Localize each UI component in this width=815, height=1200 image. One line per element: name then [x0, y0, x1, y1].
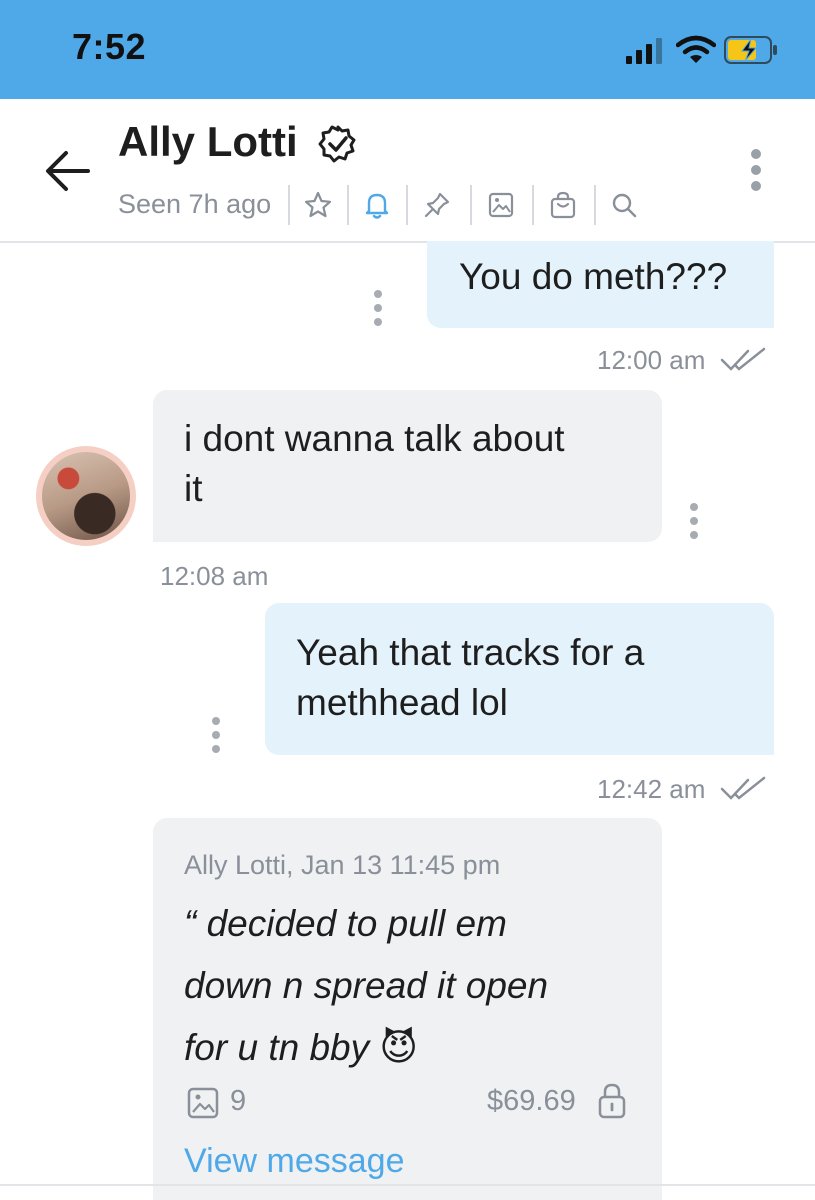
message-text-line: methhead lol [296, 682, 508, 723]
message-bubble-incoming[interactable] [153, 390, 662, 542]
toolbar-divider [347, 185, 349, 225]
image-icon[interactable] [486, 190, 516, 220]
quoted-message-text: “ decided to pull em down n spread it op… [184, 893, 644, 1079]
pin-icon[interactable] [422, 190, 452, 220]
toolbar-divider [594, 185, 596, 225]
more-options-icon[interactable] [744, 148, 768, 196]
media-count: 9 [230, 1085, 247, 1117]
divider [0, 1184, 815, 1186]
double-check-icon [720, 776, 766, 800]
quoted-line: down n spread it open [184, 965, 549, 1006]
message-price: $69.69 [487, 1085, 576, 1117]
message-options-icon[interactable] [212, 717, 222, 759]
wifi-icon [676, 35, 716, 63]
contact-name[interactable]: Ally Lotti [118, 118, 298, 166]
bell-icon[interactable] [362, 190, 392, 220]
toolbar-divider [470, 185, 472, 225]
message-options-icon[interactable] [690, 503, 700, 545]
verified-badge-icon [318, 125, 356, 163]
battery-icon [724, 36, 777, 64]
devil-emoji-icon: 😈 [379, 1027, 418, 1068]
bag-icon[interactable] [548, 190, 578, 220]
message-text: You do meth??? [459, 256, 728, 297]
double-check-icon [720, 347, 766, 371]
toolbar-divider [288, 185, 290, 225]
quoted-line: for u tn bby 😈 [184, 1027, 418, 1068]
back-arrow-icon[interactable] [44, 149, 92, 193]
signal-icon [626, 38, 662, 64]
search-icon[interactable] [609, 190, 639, 220]
message-time: 12:00 am [597, 345, 706, 375]
message-text-line: i dont wanna talk about [184, 418, 565, 459]
message-time: 12:42 am [597, 774, 706, 804]
message-text-line: Yeah that tracks for a [296, 632, 645, 673]
message-options-icon[interactable] [374, 290, 384, 332]
avatar-photo [42, 452, 130, 540]
view-message-link[interactable]: View message [184, 1142, 405, 1181]
toolbar-divider [532, 185, 534, 225]
star-icon[interactable] [303, 190, 333, 220]
toolbar-divider [406, 185, 408, 225]
last-seen-status: Seen 7h ago [118, 189, 272, 219]
media-image-icon [187, 1087, 219, 1119]
quoted-message-meta: Ally Lotti, Jan 13 11:45 pm [184, 850, 501, 880]
message-text-line: it [184, 468, 203, 509]
quoted-line: “ decided to pull em [184, 903, 507, 944]
status-time: 7:52 [72, 26, 147, 67]
lock-icon [598, 1083, 626, 1119]
message-time: 12:08 am [160, 561, 269, 591]
